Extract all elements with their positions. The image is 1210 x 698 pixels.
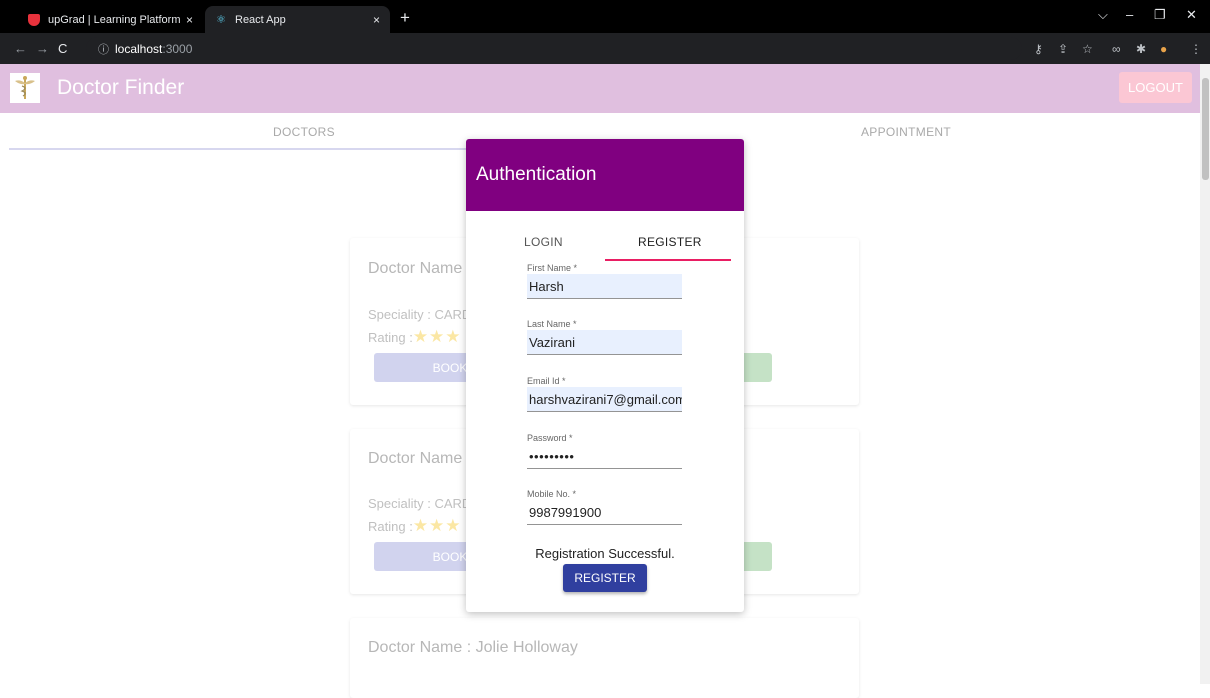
- upgrad-favicon-icon: [28, 13, 40, 26]
- key-icon[interactable]: ⚷: [1034, 42, 1043, 56]
- register-button[interactable]: REGISTER: [563, 564, 647, 592]
- email-label: Email Id *: [527, 376, 566, 386]
- tab-register[interactable]: REGISTER: [638, 235, 702, 249]
- page-scrollbar-thumb[interactable]: [1202, 78, 1209, 180]
- extension-glasses-icon[interactable]: ∞: [1112, 42, 1121, 56]
- last-name-label: Last Name *: [527, 319, 577, 329]
- site-info-icon[interactable]: ⓘ: [98, 41, 109, 57]
- mobile-input[interactable]: 9987991900: [527, 500, 682, 525]
- close-tab-icon[interactable]: ×: [373, 13, 380, 27]
- tab-login[interactable]: LOGIN: [524, 235, 563, 249]
- tab-doctors[interactable]: DOCTORS: [273, 125, 335, 139]
- close-window-icon[interactable]: ✕: [1186, 7, 1197, 23]
- modal-title: Authentication: [476, 164, 597, 185]
- url-host: localhost: [115, 41, 163, 56]
- reload-icon[interactable]: C: [58, 41, 67, 56]
- password-field: Password * •••••••••: [527, 433, 682, 469]
- browser-toolbar: ← → C ⓘ localhost :3000 ⚷ ⇪ ☆ ∞ ✱ ● ⋮: [0, 33, 1210, 64]
- doctor-name: Doctor Name : Jolie Holloway: [368, 639, 578, 656]
- last-name-field: Last Name * Vazirani: [527, 319, 682, 355]
- browser-menu-icon[interactable]: ⋮: [1190, 42, 1202, 56]
- doctor-rating: Rating :★★★: [368, 327, 462, 347]
- browser-tab-upgrad[interactable]: upGrad | Learning Platform ×: [18, 6, 203, 33]
- restore-icon[interactable]: ❐: [1154, 7, 1166, 23]
- modal-header: Authentication: [466, 139, 744, 211]
- rating-stars-icon: ★★★: [412, 516, 462, 535]
- address-bar[interactable]: ⓘ localhost :3000: [86, 37, 1022, 60]
- mobile-field: Mobile No. * 9987991900: [527, 489, 682, 525]
- doctor-card: Doctor Name : Jolie Holloway: [350, 618, 859, 698]
- react-favicon-icon: ⚛: [216, 14, 226, 26]
- authentication-modal: Authentication LOGIN REGISTER First Name…: [466, 139, 744, 612]
- browser-tab-react-app[interactable]: ⚛ React App ×: [205, 6, 390, 33]
- rating-label: Rating :: [368, 519, 413, 534]
- register-tab-indicator: [605, 259, 731, 261]
- doctor-name: Doctor Name :: [368, 260, 472, 277]
- bookmark-star-icon[interactable]: ☆: [1082, 42, 1093, 56]
- caduceus-icon: [15, 76, 35, 99]
- first-name-label: First Name *: [527, 263, 578, 273]
- minimize-icon[interactable]: –: [1126, 7, 1133, 22]
- profile-avatar-icon[interactable]: ●: [1160, 42, 1167, 56]
- logo: [10, 73, 40, 103]
- app-title: Doctor Finder: [57, 76, 185, 99]
- logout-button[interactable]: LOGOUT: [1119, 72, 1192, 103]
- rating-stars-icon: ★★★: [412, 327, 462, 346]
- url-port: :3000: [162, 41, 193, 56]
- doctor-name: Doctor Name :: [368, 450, 472, 467]
- mobile-label: Mobile No. *: [527, 489, 577, 499]
- extensions-puzzle-icon[interactable]: ✱: [1136, 42, 1146, 56]
- share-icon[interactable]: ⇪: [1058, 42, 1068, 56]
- browser-tab-bar: upGrad | Learning Platform × ⚛ React App…: [0, 0, 1210, 33]
- app-header: Doctor Finder: [0, 64, 1200, 113]
- first-name-input[interactable]: Harsh: [527, 274, 682, 299]
- tab-search-icon[interactable]: ⌵: [1098, 7, 1108, 23]
- rating-label: Rating :: [368, 330, 413, 345]
- tab-title: upGrad | Learning Platform: [48, 13, 181, 26]
- new-tab-icon[interactable]: +: [400, 8, 410, 28]
- last-name-input[interactable]: Vazirani: [527, 330, 682, 355]
- doctor-speciality: Speciality : CARD: [368, 307, 472, 322]
- password-input[interactable]: •••••••••: [527, 444, 682, 469]
- tab-appointment[interactable]: APPOINTMENT: [861, 125, 951, 139]
- email-input[interactable]: harshvazirani7@gmail.com: [527, 387, 682, 412]
- tab-title: React App: [235, 13, 286, 26]
- password-label: Password *: [527, 433, 573, 443]
- registration-success-message: Registration Successful.: [535, 546, 675, 561]
- doctor-speciality: Speciality : CARD: [368, 496, 472, 511]
- forward-icon[interactable]: →: [36, 41, 49, 56]
- back-icon[interactable]: ←: [14, 41, 27, 56]
- first-name-field: First Name * Harsh: [527, 263, 682, 299]
- doctor-rating: Rating :★★★: [368, 516, 462, 536]
- close-tab-icon[interactable]: ×: [186, 13, 193, 27]
- email-field: Email Id * harshvazirani7@gmail.com: [527, 376, 682, 412]
